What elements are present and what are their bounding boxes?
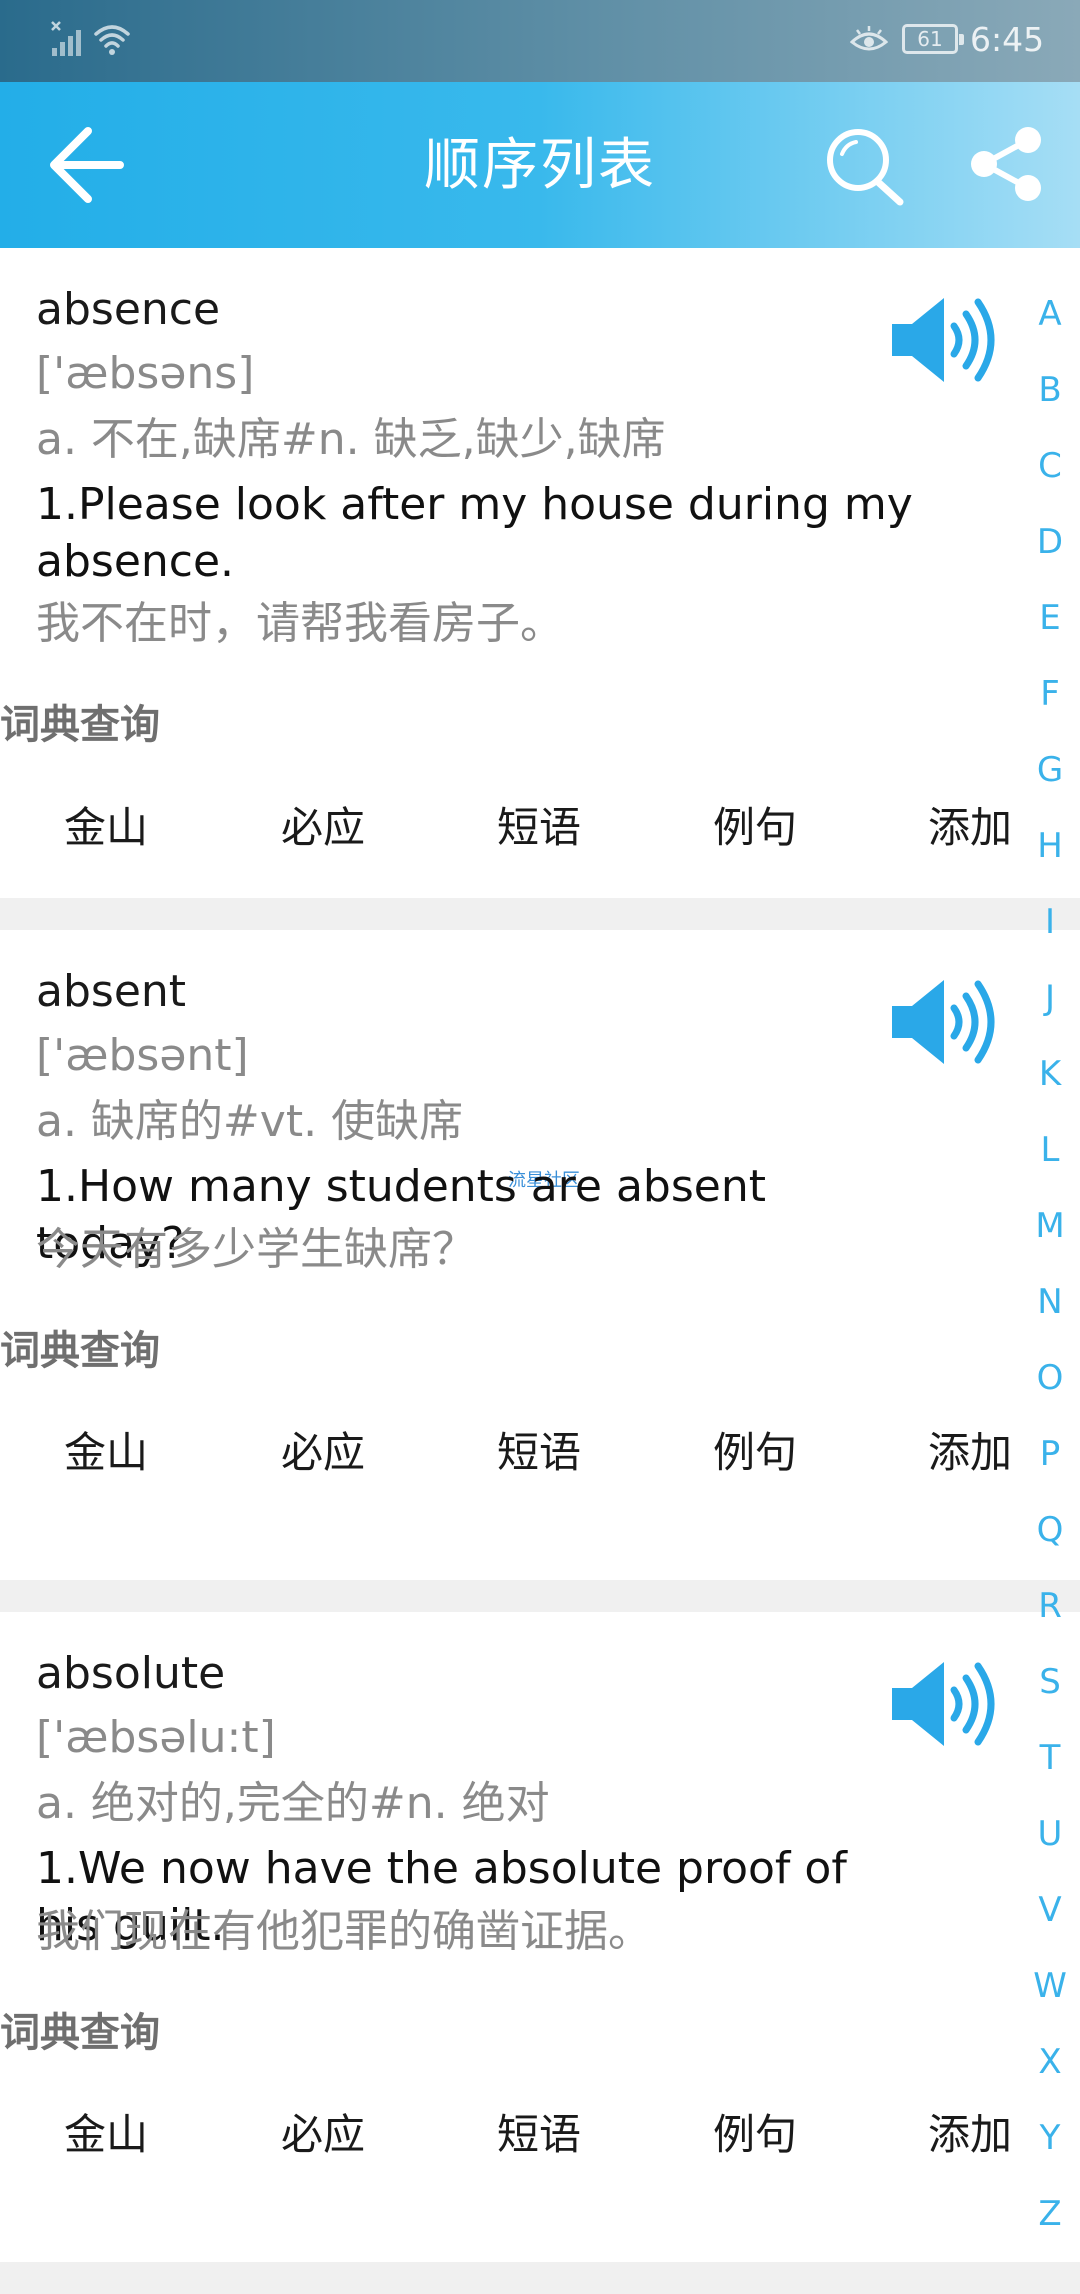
index-letter-p[interactable]: P — [1030, 1434, 1070, 1474]
index-letter-j[interactable]: J — [1030, 978, 1070, 1018]
action-row: 金山 必应 短语 例句 添加 — [0, 1418, 1040, 1488]
dict-query-label: 词典查询 — [0, 1328, 160, 1374]
word-card: absence ['æbsəns] a. 不在,缺席#n. 缺乏,缺少,缺席 1… — [0, 248, 1080, 898]
word-example: 1.Please look after my house during my a… — [36, 479, 913, 587]
index-letter-z[interactable]: Z — [1030, 2194, 1070, 2234]
example-button[interactable]: 例句 — [685, 793, 825, 863]
phrase-button[interactable]: 短语 — [469, 1418, 609, 1488]
status-bar: 61 6:45 — [0, 0, 1080, 82]
app-bar: 顺序列表 — [0, 82, 1080, 248]
bing-button[interactable]: 必应 — [253, 2100, 393, 2170]
phrase-button[interactable]: 短语 — [469, 793, 609, 863]
action-row: 金山 必应 短语 例句 添加 — [0, 2100, 1040, 2170]
index-letter-t[interactable]: T — [1030, 1738, 1070, 1778]
index-letter-l[interactable]: L — [1030, 1130, 1070, 1170]
divider — [0, 1580, 1080, 1612]
index-letter-a[interactable]: A — [1030, 294, 1070, 334]
index-letter-y[interactable]: Y — [1030, 2118, 1070, 2158]
speaker-icon[interactable] — [888, 292, 998, 388]
signal-icon — [51, 21, 81, 56]
word-headword: absence — [36, 284, 221, 335]
index-letter-q[interactable]: Q — [1030, 1510, 1070, 1550]
word-translation: 我不在时，请帮我看房子。 — [36, 598, 564, 649]
word-phonetic: ['æbsəns] — [36, 348, 255, 399]
index-letter-r[interactable]: R — [1030, 1586, 1070, 1626]
kingsoft-button[interactable]: 金山 — [36, 1418, 176, 1488]
battery-indicator: 61 — [902, 24, 964, 54]
word-card: absent ['æbsənt] a. 缺席的#vt. 使缺席 流星社区 1.H… — [0, 930, 1080, 1580]
dict-query-label: 词典查询 — [0, 702, 160, 748]
index-letter-w[interactable]: W — [1030, 1966, 1070, 2006]
kingsoft-button[interactable]: 金山 — [36, 2100, 176, 2170]
word-translation: 我们现在有他犯罪的确凿证据。 — [36, 1906, 652, 1957]
index-letter-b[interactable]: B — [1030, 370, 1070, 410]
index-letter-k[interactable]: K — [1030, 1054, 1070, 1094]
bing-button[interactable]: 必应 — [253, 1418, 393, 1488]
index-letter-g[interactable]: G — [1030, 750, 1070, 790]
add-button[interactable]: 添加 — [900, 793, 1040, 863]
word-card: absolute ['æbsəlu:t] a. 绝对的,完全的#n. 绝对 1.… — [0, 1612, 1080, 2262]
index-letter-e[interactable]: E — [1030, 598, 1070, 638]
index-letter-x[interactable]: X — [1030, 2042, 1070, 2082]
index-letter-h[interactable]: H — [1030, 826, 1070, 866]
index-letter-i[interactable]: I — [1030, 902, 1070, 942]
add-button[interactable]: 添加 — [900, 1418, 1040, 1488]
word-list: absence ['æbsəns] a. 不在,缺席#n. 缺乏,缺少,缺席 1… — [0, 248, 1080, 2294]
index-letter-d[interactable]: D — [1030, 522, 1070, 562]
example-button[interactable]: 例句 — [685, 1418, 825, 1488]
index-letter-c[interactable]: C — [1030, 446, 1070, 486]
speaker-icon[interactable] — [888, 974, 998, 1070]
eye-comfort-icon — [850, 26, 888, 51]
word-translation: 今天有多少学生缺席？ — [36, 1224, 476, 1275]
index-letter-m[interactable]: M — [1030, 1206, 1070, 1246]
word-meaning: a. 缺席的#vt. 使缺席 — [36, 1096, 464, 1147]
word-phonetic: ['æbsəlu:t] — [36, 1712, 276, 1763]
bing-button[interactable]: 必应 — [253, 793, 393, 863]
index-letter-s[interactable]: S — [1030, 1662, 1070, 1702]
word-meaning: a. 不在,缺席#n. 缺乏,缺少,缺席 — [36, 414, 666, 465]
phrase-button[interactable]: 短语 — [469, 2100, 609, 2170]
clock: 6:45 — [970, 20, 1045, 59]
word-phonetic: ['æbsənt] — [36, 1030, 249, 1081]
kingsoft-button[interactable]: 金山 — [36, 793, 176, 863]
divider — [0, 2262, 1080, 2294]
wifi-icon — [94, 25, 130, 55]
add-button[interactable]: 添加 — [900, 2100, 1040, 2170]
index-letter-o[interactable]: O — [1030, 1358, 1070, 1398]
index-letter-u[interactable]: U — [1030, 1814, 1070, 1854]
dict-query-label: 词典查询 — [0, 2010, 160, 2056]
index-letter-n[interactable]: N — [1030, 1282, 1070, 1322]
word-headword: absent — [36, 966, 187, 1017]
word-meaning: a. 绝对的,完全的#n. 绝对 — [36, 1778, 550, 1829]
share-icon[interactable] — [970, 126, 1046, 202]
index-letter-v[interactable]: V — [1030, 1890, 1070, 1930]
index-letter-f[interactable]: F — [1030, 674, 1070, 714]
example-button[interactable]: 例句 — [685, 2100, 825, 2170]
search-icon[interactable] — [822, 124, 908, 210]
action-row: 金山 必应 短语 例句 添加 — [0, 793, 1040, 863]
speaker-icon[interactable] — [888, 1656, 998, 1752]
page-title: 顺序列表 — [424, 133, 656, 198]
divider — [0, 898, 1080, 930]
word-headword: absolute — [36, 1648, 226, 1699]
